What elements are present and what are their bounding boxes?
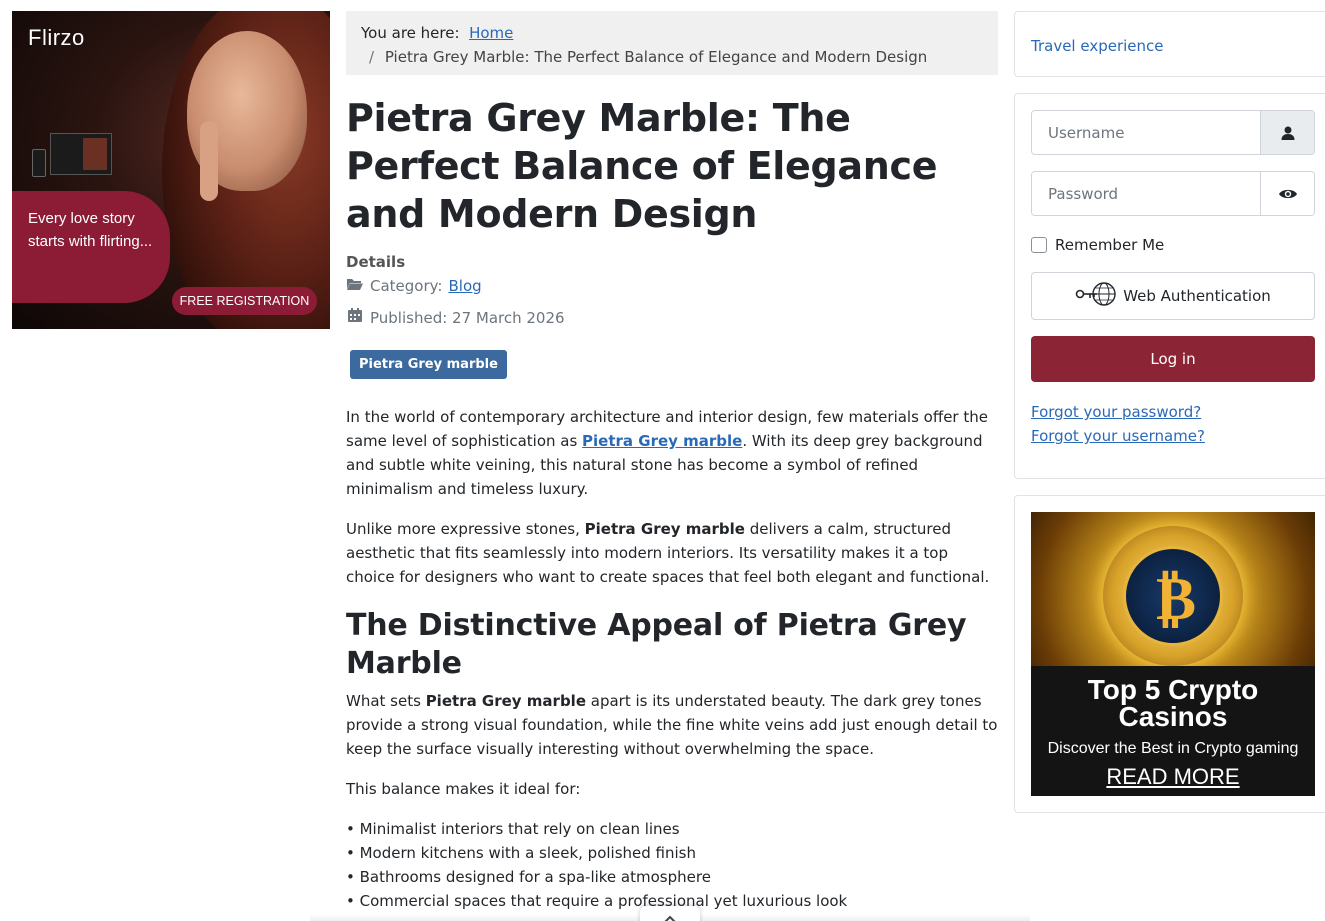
list-item: • Modern kitchens with a sleek, polished… <box>346 844 697 862</box>
ad-phone-graphic <box>32 149 46 177</box>
paragraph-2-text-a: Unlike more expressive stones, <box>346 520 585 538</box>
login-button[interactable]: Log in <box>1031 336 1315 382</box>
username-input[interactable] <box>1032 111 1260 154</box>
category-label: Category: <box>370 277 443 295</box>
breadcrumb: You are here: Home / Pietra Grey Marble:… <box>346 11 998 75</box>
show-password-eye-icon[interactable] <box>1260 172 1314 215</box>
ad-tagline: Every love story starts with flirting... <box>28 210 153 250</box>
travel-experience-link[interactable]: Travel experience <box>1031 37 1164 55</box>
user-icon <box>1260 111 1314 154</box>
crypto-ad-module: ₿ Top 5 Crypto Casinos Discover the Best… <box>1014 495 1325 813</box>
paragraph-2-bold: Pietra Grey marble <box>584 520 745 538</box>
paragraph-4: This balance makes it ideal for: <box>346 780 581 798</box>
chevron-up-icon <box>662 910 678 921</box>
web-authentication-button[interactable]: Web Authentication <box>1031 272 1315 320</box>
remember-me-label: Remember Me <box>1055 236 1165 254</box>
breadcrumb-separator: / <box>369 48 375 66</box>
list-item: • Minimalist interiors that rely on clea… <box>346 820 680 838</box>
crypto-ad-title: Top 5 Crypto Casinos <box>1087 674 1259 732</box>
category-row: Category: Blog <box>346 274 1001 298</box>
forgot-username-link[interactable]: Forgot your username? <box>1031 424 1317 448</box>
paragraph-2: Unlike more expressive stones, Pietra Gr… <box>346 517 1001 589</box>
password-group <box>1031 171 1315 216</box>
ad-finger-shape <box>200 121 218 201</box>
bullet-list: • Minimalist interiors that rely on clea… <box>346 817 1001 913</box>
flirzo-ad-banner[interactable]: Flirzo Every love story starts with flir… <box>12 11 330 329</box>
section-heading: The Distinctive Appeal of Pietra Grey Ma… <box>346 608 967 681</box>
read-more-link[interactable]: READ MORE <box>1031 764 1315 790</box>
article-title: Pietra Grey Marble: The Perfect Balance … <box>346 96 938 236</box>
bitcoin-icon: ₿ <box>1155 564 1197 634</box>
web-authentication-label: Web Authentication <box>1123 287 1271 305</box>
details-label: Details <box>346 253 406 271</box>
breadcrumb-row-home: You are here: Home <box>361 21 983 45</box>
paragraph-3-bold: Pietra Grey marble <box>425 692 586 710</box>
paragraph-1: In the world of contemporary architectur… <box>346 405 1001 501</box>
username-group <box>1031 110 1315 155</box>
published-date: Published: 27 March 2026 <box>370 309 565 327</box>
category-link[interactable]: Blog <box>448 274 481 298</box>
remember-me[interactable]: Remember Me <box>1031 236 1317 254</box>
crypto-casino-ad[interactable]: ₿ Top 5 Crypto Casinos Discover the Best… <box>1031 512 1315 796</box>
breadcrumb-current: Pietra Grey Marble: The Perfect Balance … <box>384 48 928 66</box>
paragraph-3: What sets Pietra Grey marble apart is it… <box>346 689 1001 761</box>
tag-badge[interactable]: Pietra Grey marble <box>350 350 507 379</box>
breadcrumb-home-link[interactable]: Home <box>469 24 513 42</box>
breadcrumb-prefix: You are here: <box>361 24 460 42</box>
list-item: • Bathrooms designed for a spa-like atmo… <box>346 868 711 886</box>
key-globe-icon <box>1075 280 1117 312</box>
travel-module: Travel experience <box>1014 11 1325 77</box>
article: Pietra Grey Marble: The Perfect Balance … <box>346 94 1001 913</box>
article-details: Details Category: Blog Published: 27 Mar… <box>346 250 1001 330</box>
calendar-icon <box>346 306 364 330</box>
folder-open-icon <box>346 274 364 298</box>
crypto-ad-subtitle: Discover the Best in Crypto gaming <box>1047 740 1299 757</box>
scroll-to-top-button[interactable] <box>640 906 700 921</box>
ad-laptop-graphic <box>50 133 112 175</box>
paragraph-3-text-a: What sets <box>346 692 426 710</box>
password-input[interactable] <box>1032 172 1260 215</box>
pietra-grey-marble-link[interactable]: Pietra Grey marble <box>582 432 742 450</box>
free-registration-button[interactable]: FREE REGISTRATION <box>172 287 317 315</box>
breadcrumb-row-current: / Pietra Grey Marble: The Perfect Balanc… <box>361 45 983 69</box>
published-row: Published: 27 March 2026 <box>346 306 1001 330</box>
remember-me-checkbox[interactable] <box>1031 237 1047 253</box>
ad-brand-logo: Flirzo <box>28 25 85 50</box>
login-module: Remember Me Web Authentication Log in Fo… <box>1014 93 1325 479</box>
login-help-links: Forgot your password? Forgot your userna… <box>1031 400 1317 448</box>
forgot-password-link[interactable]: Forgot your password? <box>1031 400 1317 424</box>
